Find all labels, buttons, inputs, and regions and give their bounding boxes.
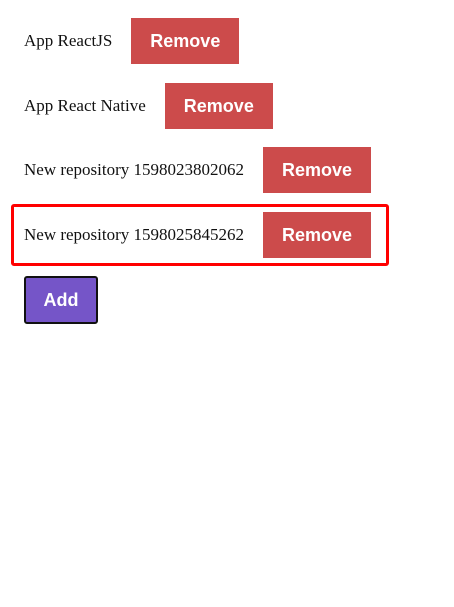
repository-name: App React Native: [24, 96, 146, 115]
remove-button[interactable]: Remove: [131, 18, 240, 64]
repository-name: New repository 1598023802062: [24, 160, 245, 179]
remove-button[interactable]: Remove: [263, 212, 372, 258]
remove-button[interactable]: Remove: [263, 147, 372, 193]
remove-button[interactable]: Remove: [164, 83, 273, 129]
repository-item: New repository 1598023802062 Remove: [24, 147, 372, 193]
repository-name: New repository 1598025845262: [24, 225, 245, 244]
repository-name: App ReactJS: [24, 31, 113, 50]
add-button[interactable]: Add: [24, 276, 98, 324]
repository-item: New repository 1598025845262 Remove: [24, 212, 372, 258]
repository-item: App ReactJS Remove: [24, 18, 240, 64]
repository-item: App React Native Remove: [24, 83, 273, 129]
